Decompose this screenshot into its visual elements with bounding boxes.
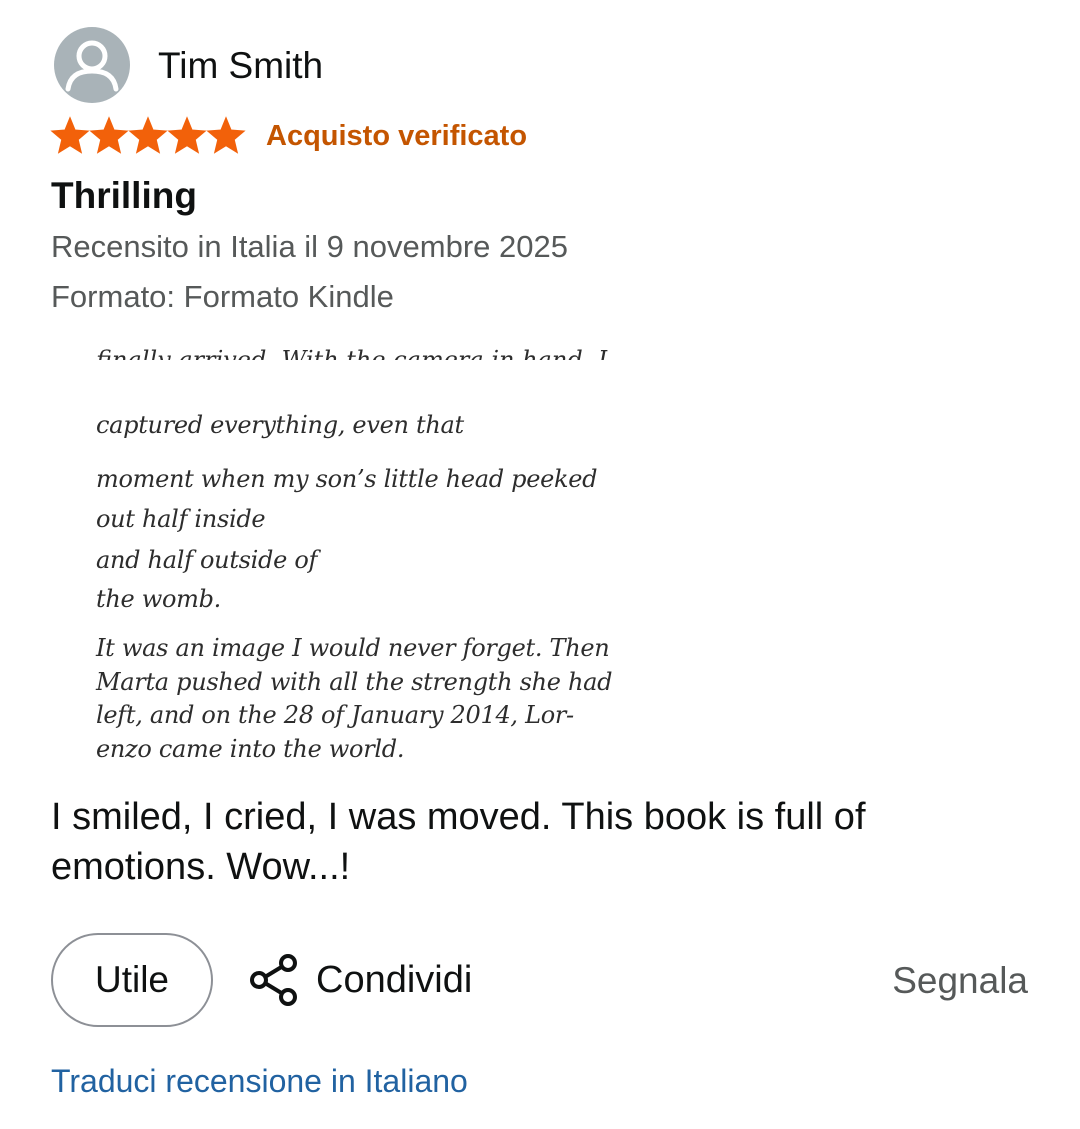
excerpt-line: Marta pushed with all the strength she h… bbox=[96, 668, 612, 696]
star-icon bbox=[128, 116, 168, 154]
share-icon bbox=[250, 954, 297, 1006]
excerpt-line: moment when my son’s little head peeked bbox=[96, 465, 598, 493]
excerpt-line: left, and on the 28 of January 2014, Lor… bbox=[96, 701, 574, 729]
excerpt-line: captured everything, even that bbox=[96, 411, 464, 439]
book-excerpt-image[interactable]: finally arrived. With the camera in hand… bbox=[82, 340, 612, 770]
person-silhouette-icon bbox=[65, 40, 119, 92]
excerpt-line: the womb. bbox=[96, 585, 221, 613]
star-icon bbox=[167, 116, 207, 154]
review-body: I smiled, I cried, I was moved. This boo… bbox=[51, 796, 866, 888]
share-label: Condividi bbox=[316, 959, 473, 1001]
star-icon bbox=[89, 116, 129, 154]
avatar bbox=[54, 27, 130, 103]
review-format: Formato: Formato Kindle bbox=[51, 279, 394, 314]
excerpt-line: and half outside of bbox=[96, 546, 318, 574]
verified-purchase-badge: Acquisto verificato bbox=[266, 120, 528, 152]
helpful-button[interactable]: Utile bbox=[51, 933, 213, 1027]
reviewer-name[interactable]: Tim Smith bbox=[158, 44, 323, 88]
excerpt-line: enzo came into the world. bbox=[96, 735, 405, 763]
star-icon bbox=[50, 116, 90, 154]
review-date: Recensito in Italia il 9 novembre 2025 bbox=[51, 229, 568, 264]
star-icon bbox=[206, 116, 246, 154]
excerpt-line: It was an image I would never forget. Th… bbox=[96, 634, 610, 662]
report-link[interactable]: Segnala bbox=[892, 958, 1028, 1004]
excerpt-line: out half inside bbox=[96, 505, 266, 533]
translate-review-link[interactable]: Traduci recensione in Italiano bbox=[51, 1060, 468, 1102]
star-rating bbox=[50, 114, 246, 158]
share-button[interactable]: Condividi bbox=[246, 950, 472, 1010]
review-title: Thrilling bbox=[51, 175, 197, 216]
excerpt-clipped-line: finally arrived. With the camera in hand… bbox=[96, 346, 608, 374]
